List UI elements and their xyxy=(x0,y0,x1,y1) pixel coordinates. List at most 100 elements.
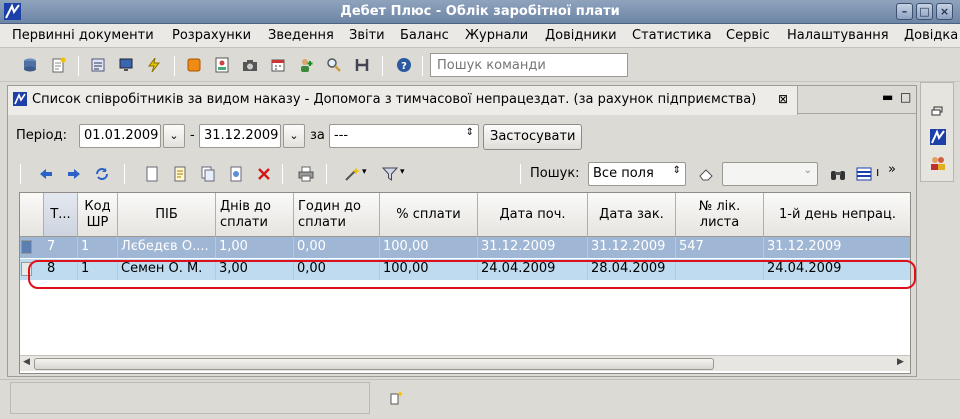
table-view-icon[interactable] xyxy=(856,166,872,182)
maximize-button[interactable]: □ xyxy=(916,3,933,20)
menu-help[interactable]: Довідка xyxy=(904,28,958,43)
arrow-left-icon[interactable] xyxy=(38,166,54,182)
col-header-sick-leave-no[interactable]: № лік. листа xyxy=(676,193,764,237)
eraser-icon[interactable] xyxy=(698,166,714,182)
cell-sick-leave-no: 547 xyxy=(676,237,764,258)
col-header-hours[interactable]: Годин до сплати xyxy=(294,193,380,237)
period-dash: - xyxy=(190,128,195,143)
menu-reports[interactable]: Звіти xyxy=(349,28,385,43)
statusbar xyxy=(0,379,960,419)
menu-primary-docs[interactable]: Первинні документи xyxy=(12,28,154,43)
for-select[interactable]: --- ⇕ xyxy=(329,124,479,148)
menu-service[interactable]: Сервіс xyxy=(726,28,770,43)
search-query-combobox[interactable]: ⌄ xyxy=(722,162,818,186)
report-icon[interactable] xyxy=(90,57,106,73)
status-field xyxy=(10,382,370,414)
col-header-name[interactable]: ПІБ xyxy=(118,193,216,237)
col-header-start-date[interactable]: Дата поч. xyxy=(478,193,588,237)
menu-balance[interactable]: Баланс xyxy=(400,28,449,43)
copy-record-icon[interactable] xyxy=(200,166,216,182)
chevron-down-icon[interactable]: ▾ xyxy=(362,167,367,177)
maximize-panel-icon[interactable]: □ xyxy=(900,90,911,104)
cell-code: 1 xyxy=(78,237,118,258)
cell-days: 1,00 xyxy=(216,237,294,258)
monitor-icon[interactable] xyxy=(118,57,134,73)
date-from-dropdown[interactable]: ⌄ xyxy=(163,124,185,148)
col-header-first-day[interactable]: 1-й день непрац. xyxy=(764,193,910,237)
menu-settings[interactable]: Налаштування xyxy=(787,28,889,43)
add-user-icon[interactable] xyxy=(298,57,314,73)
binoculars-icon[interactable] xyxy=(830,166,846,182)
for-select-value: --- xyxy=(334,128,349,143)
grid-corner xyxy=(20,193,44,237)
scroll-right-icon[interactable]: ▶ xyxy=(897,357,904,367)
col-header-code[interactable]: Код ШР xyxy=(78,193,118,237)
view-record-icon[interactable] xyxy=(228,166,244,182)
period-filter: Період: 01.01.2009 ⌄ - 31.12.2009 ⌄ за -… xyxy=(8,122,916,150)
lightning-icon[interactable] xyxy=(146,57,162,73)
delete-icon[interactable] xyxy=(256,166,272,182)
tools-icon[interactable] xyxy=(354,57,370,73)
tab-employee-list[interactable]: Список співробітників за видом наказу - … xyxy=(8,86,798,115)
new-record-icon[interactable] xyxy=(144,166,160,182)
horizontal-scrollbar[interactable]: ◀ ▶ xyxy=(20,355,910,371)
toolbar-separator xyxy=(382,56,383,76)
date-to-field[interactable]: 31.12.2009 xyxy=(199,124,281,148)
row-checkbox[interactable] xyxy=(21,240,32,254)
chevron-down-icon[interactable]: ▾ xyxy=(400,167,405,177)
new-window-icon[interactable] xyxy=(388,390,404,406)
chevron-updown-icon: ⇕ xyxy=(672,165,681,176)
arrow-right-icon[interactable] xyxy=(66,166,82,182)
search-scope-select[interactable]: Все поля ⇕ xyxy=(588,162,686,186)
cell-type: 7 xyxy=(44,237,78,258)
close-tab-icon[interactable]: ⊠ xyxy=(778,92,788,106)
help-icon[interactable]: ? xyxy=(396,57,412,73)
refresh-icon[interactable] xyxy=(94,166,110,182)
panel-tabstrip: Список співробітників за видом наказу - … xyxy=(8,86,916,115)
highlight-annotation xyxy=(28,260,916,289)
edit-record-icon[interactable] xyxy=(172,166,188,182)
col-header-days[interactable]: Днів до сплати xyxy=(216,193,294,237)
apply-button[interactable]: Застосувати xyxy=(483,124,583,150)
command-search-input[interactable] xyxy=(430,53,628,77)
filter-icon[interactable] xyxy=(382,166,398,182)
more-icon[interactable]: ı xyxy=(876,165,879,179)
new-document-icon[interactable] xyxy=(50,57,66,73)
menu-summaries[interactable]: Зведення xyxy=(268,28,334,43)
grid-toolbar: ▾ ▾ Пошук: Все поля ⇕ ⌄ ı » xyxy=(18,158,908,190)
search-icon[interactable] xyxy=(326,57,342,73)
col-header-type[interactable]: Т... xyxy=(44,193,78,237)
users-icon[interactable] xyxy=(930,155,946,171)
table-row[interactable]: 7 1 Лєбедєв О.... 1,00 0,00 100,00 31.12… xyxy=(20,237,910,258)
menu-calculations[interactable]: Розрахунки xyxy=(172,28,251,43)
employee-list-panel: Список співробітників за видом наказу - … xyxy=(7,85,917,377)
toolbar-separator xyxy=(174,56,175,76)
menu-directories[interactable]: Довідники xyxy=(545,28,617,43)
database-icon[interactable] xyxy=(22,57,38,73)
scrollbar-thumb[interactable] xyxy=(34,358,714,370)
panel-title: Список співробітників за видом наказу - … xyxy=(32,92,757,107)
orange-box-icon[interactable] xyxy=(186,57,202,73)
col-header-percent[interactable]: % сплати xyxy=(380,193,478,237)
cell-first-day: 31.12.2009 xyxy=(764,237,910,258)
app-logo-icon[interactable] xyxy=(930,129,946,145)
col-header-end-date[interactable]: Дата зак. xyxy=(588,193,676,237)
toolbar-separator xyxy=(326,164,327,184)
employee-card-icon[interactable] xyxy=(214,57,230,73)
minimize-button[interactable]: – xyxy=(896,3,913,20)
menu-statistics[interactable]: Статистика xyxy=(632,28,712,43)
camera-icon[interactable] xyxy=(242,57,258,73)
menu-journals[interactable]: Журнали xyxy=(465,28,528,43)
close-button[interactable]: × xyxy=(936,3,953,20)
restore-icon[interactable] xyxy=(929,105,945,119)
calendar-icon[interactable] xyxy=(270,57,286,73)
overflow-chevron-icon[interactable]: » xyxy=(888,162,896,177)
scroll-left-icon[interactable]: ◀ xyxy=(23,357,30,367)
cell-start-date: 31.12.2009 xyxy=(478,237,588,258)
print-icon[interactable] xyxy=(298,166,314,182)
search-scope-value: Все поля xyxy=(593,166,654,181)
magic-wand-icon[interactable] xyxy=(344,166,360,182)
date-from-field[interactable]: 01.01.2009 xyxy=(79,124,161,148)
minimize-panel-icon[interactable]: ▬ xyxy=(882,90,893,104)
date-to-dropdown[interactable]: ⌄ xyxy=(283,124,305,148)
